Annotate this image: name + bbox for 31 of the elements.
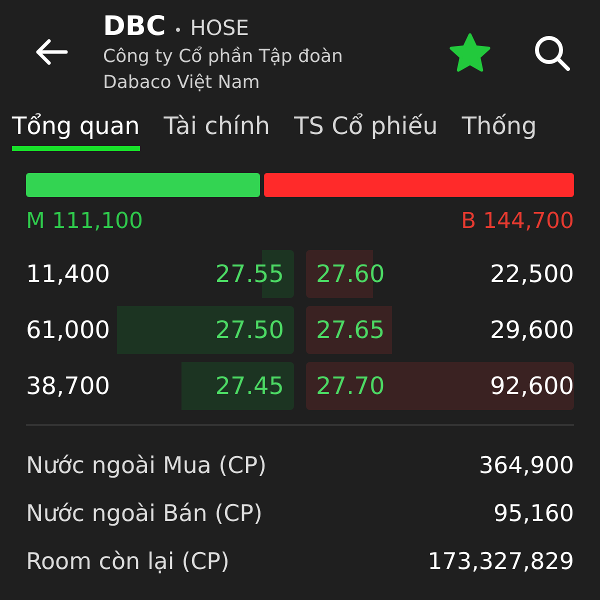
sell-total: B 144,700 xyxy=(460,209,574,234)
stat-value: 95,160 xyxy=(494,501,574,527)
tab[interactable]: Tổng quan xyxy=(12,112,140,151)
stat-value: 173,327,829 xyxy=(428,549,574,575)
buy-total: M 111,100 xyxy=(26,209,143,234)
ask-volume: 92,600 xyxy=(490,372,574,400)
separator-dot: • xyxy=(174,22,182,38)
stock-symbol: DBC xyxy=(103,10,166,42)
company-name: Công ty Cổ phần Tập đoàn Dabaco Việt Nam xyxy=(103,44,344,94)
stat-label: Room còn lại (CP) xyxy=(26,549,230,575)
bid-price: 27.45 xyxy=(215,372,284,400)
bid-volume: 38,700 xyxy=(26,372,110,400)
tab[interactable]: Thống xyxy=(462,112,537,151)
ask-price: 27.60 xyxy=(316,260,385,288)
exchange-name: HOSE xyxy=(190,16,249,40)
back-arrow-icon[interactable] xyxy=(34,38,68,66)
stat-label: Nước ngoài Bán (CP) xyxy=(26,501,262,527)
stat-value: 364,900 xyxy=(478,453,574,479)
star-icon[interactable] xyxy=(448,32,492,74)
bid-price: 27.50 xyxy=(215,316,284,344)
stat-label: Nước ngoài Mua (CP) xyxy=(26,453,267,479)
bid-price: 27.55 xyxy=(215,260,284,288)
tab[interactable]: TS Cổ phiếu xyxy=(294,112,438,151)
bid-volume: 61,000 xyxy=(26,316,110,344)
search-icon[interactable] xyxy=(532,33,572,73)
ask-price: 27.65 xyxy=(316,316,385,344)
bid-volume: 11,400 xyxy=(26,260,110,288)
ask-price: 27.70 xyxy=(316,372,385,400)
tab[interactable]: Tài chính xyxy=(164,112,270,151)
ask-volume: 22,500 xyxy=(490,260,574,288)
ask-volume: 29,600 xyxy=(490,316,574,344)
